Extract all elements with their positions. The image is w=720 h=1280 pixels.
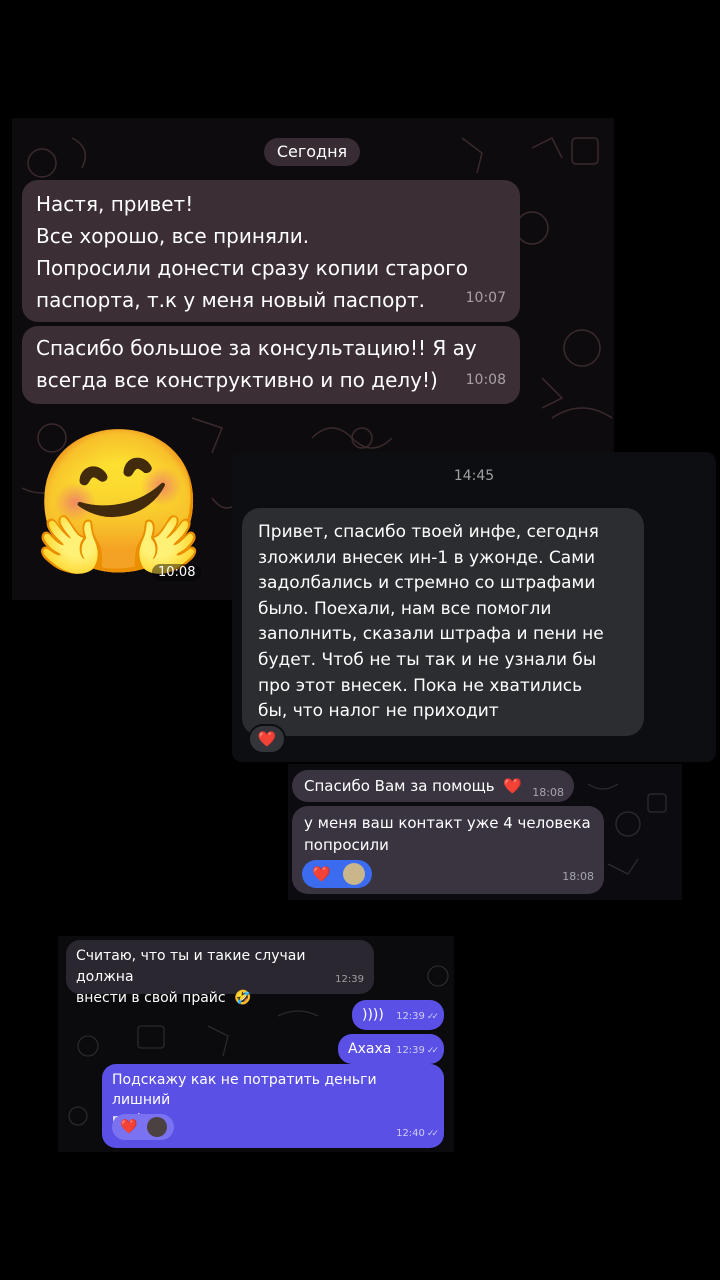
message-line: было. Поехали, нам все помогли	[258, 598, 552, 619]
message-line: заполнить, сказали штрафа и пени не	[258, 624, 604, 645]
incoming-message[interactable]: Спасибо Вам за помощь ❤️ 18:08	[292, 770, 574, 802]
outgoing-message[interactable]: Подскажу как не потратить деньги лишний …	[102, 1064, 444, 1148]
rofl-emoji-icon: 🤣	[234, 990, 252, 1006]
incoming-message[interactable]: Привет, спасибо твоей инфе, сегодня злож…	[242, 508, 644, 736]
message-time: 12:39	[396, 1045, 425, 1056]
message-line: Считаю, что ты и такие случаи должна	[76, 948, 306, 985]
outgoing-message[interactable]: )))) 12:39 ✓✓	[352, 1000, 444, 1030]
message-line: у меня ваш контакт уже 4 человека	[304, 814, 591, 832]
message-time: 18:08	[562, 870, 594, 883]
incoming-message[interactable]: Считаю, что ты и такие случаи должна вне…	[66, 940, 374, 1006]
message-line: бы, что налог не приходит	[258, 701, 499, 722]
message-line: будет. Чтоб не ты так и не узнали бы	[258, 649, 597, 670]
double-check-icon: ✓✓	[426, 1129, 439, 1139]
message-line: Попросили донести сразу копии старого	[36, 256, 468, 280]
message-line: попросили	[304, 836, 389, 854]
message-time-group: 12:39 ✓✓	[396, 1038, 439, 1064]
message-time-group: 12:40 ✓✓	[396, 1124, 439, 1144]
message-line: Настя, привет!	[36, 192, 194, 216]
message-line: паспорта, т.к у меня новый паспорт.	[36, 288, 426, 312]
message-time: 10:08	[465, 372, 506, 388]
heart-icon: ❤️	[257, 730, 277, 748]
chat-screenshot-2: 14:45 Привет, спасибо твоей инфе, сегодн…	[232, 452, 716, 762]
message-text: Ахаха	[348, 1041, 392, 1057]
double-check-icon: ✓✓	[426, 1012, 439, 1022]
heart-emoji-icon: ❤️	[503, 777, 523, 795]
message-time: 12:40	[396, 1128, 425, 1139]
message-text: ))))	[362, 1007, 384, 1023]
date-label: Сегодня	[276, 142, 348, 161]
reaction-heart[interactable]: ❤️	[248, 724, 286, 754]
time-label: 14:45	[453, 468, 495, 484]
incoming-message[interactable]: Спасибо большое за консультацию!! Я ау в…	[22, 326, 520, 404]
chat-screenshot-3: Спасибо Вам за помощь ❤️ 18:08 у меня ва…	[288, 764, 682, 900]
message-text: Спасибо Вам за помощь	[304, 777, 495, 795]
message-line: всегда все конструктивно и по делу!)	[36, 368, 438, 392]
message-line: про этот внесек. Пока не хватились	[258, 675, 583, 696]
date-separator: Сегодня	[264, 138, 360, 166]
incoming-message[interactable]: у меня ваш контакт уже 4 человека попрос…	[292, 806, 604, 894]
message-line: Подскажу как не потратить деньги лишний	[112, 1072, 377, 1108]
message-time: 12:39	[335, 974, 364, 985]
reaction-pill[interactable]: ❤️	[302, 860, 372, 888]
message-line: Спасибо большое за консультацию!! Я ау	[36, 336, 477, 360]
message-time: 12:39	[396, 1011, 425, 1022]
message-time: 10:07	[465, 290, 506, 306]
hugging-face-emoji-icon: 🤗	[32, 421, 207, 584]
message-line: Привет, спасибо твоей инфе, сегодня	[258, 522, 599, 542]
message-line: внести в свой прайс	[76, 990, 226, 1006]
message-time: 18:08	[532, 786, 564, 799]
incoming-message[interactable]: Настя, привет! Все хорошо, все приняли. …	[22, 180, 520, 322]
heart-icon: ❤️	[120, 1119, 138, 1135]
message-line: зложили внесек ин-1 в ужонде. Сами	[258, 547, 596, 568]
avatar	[342, 863, 365, 885]
avatar	[147, 1117, 168, 1137]
chat-screenshot-4: Считаю, что ты и такие случаи должна вне…	[58, 936, 454, 1152]
message-line: Все хорошо, все приняли.	[36, 224, 310, 248]
sticker-message[interactable]: 🤗 10:08	[32, 418, 207, 588]
outgoing-message[interactable]: Ахаха 12:39 ✓✓	[338, 1034, 444, 1064]
heart-icon: ❤️	[312, 865, 331, 883]
double-check-icon: ✓✓	[426, 1046, 439, 1056]
message-line: задолбались и стремно со штрафами	[258, 573, 596, 594]
sticker-time: 10:08	[152, 564, 202, 581]
message-time-group: 12:39 ✓✓	[396, 1004, 439, 1030]
reaction-pill[interactable]: ❤️	[112, 1114, 174, 1140]
